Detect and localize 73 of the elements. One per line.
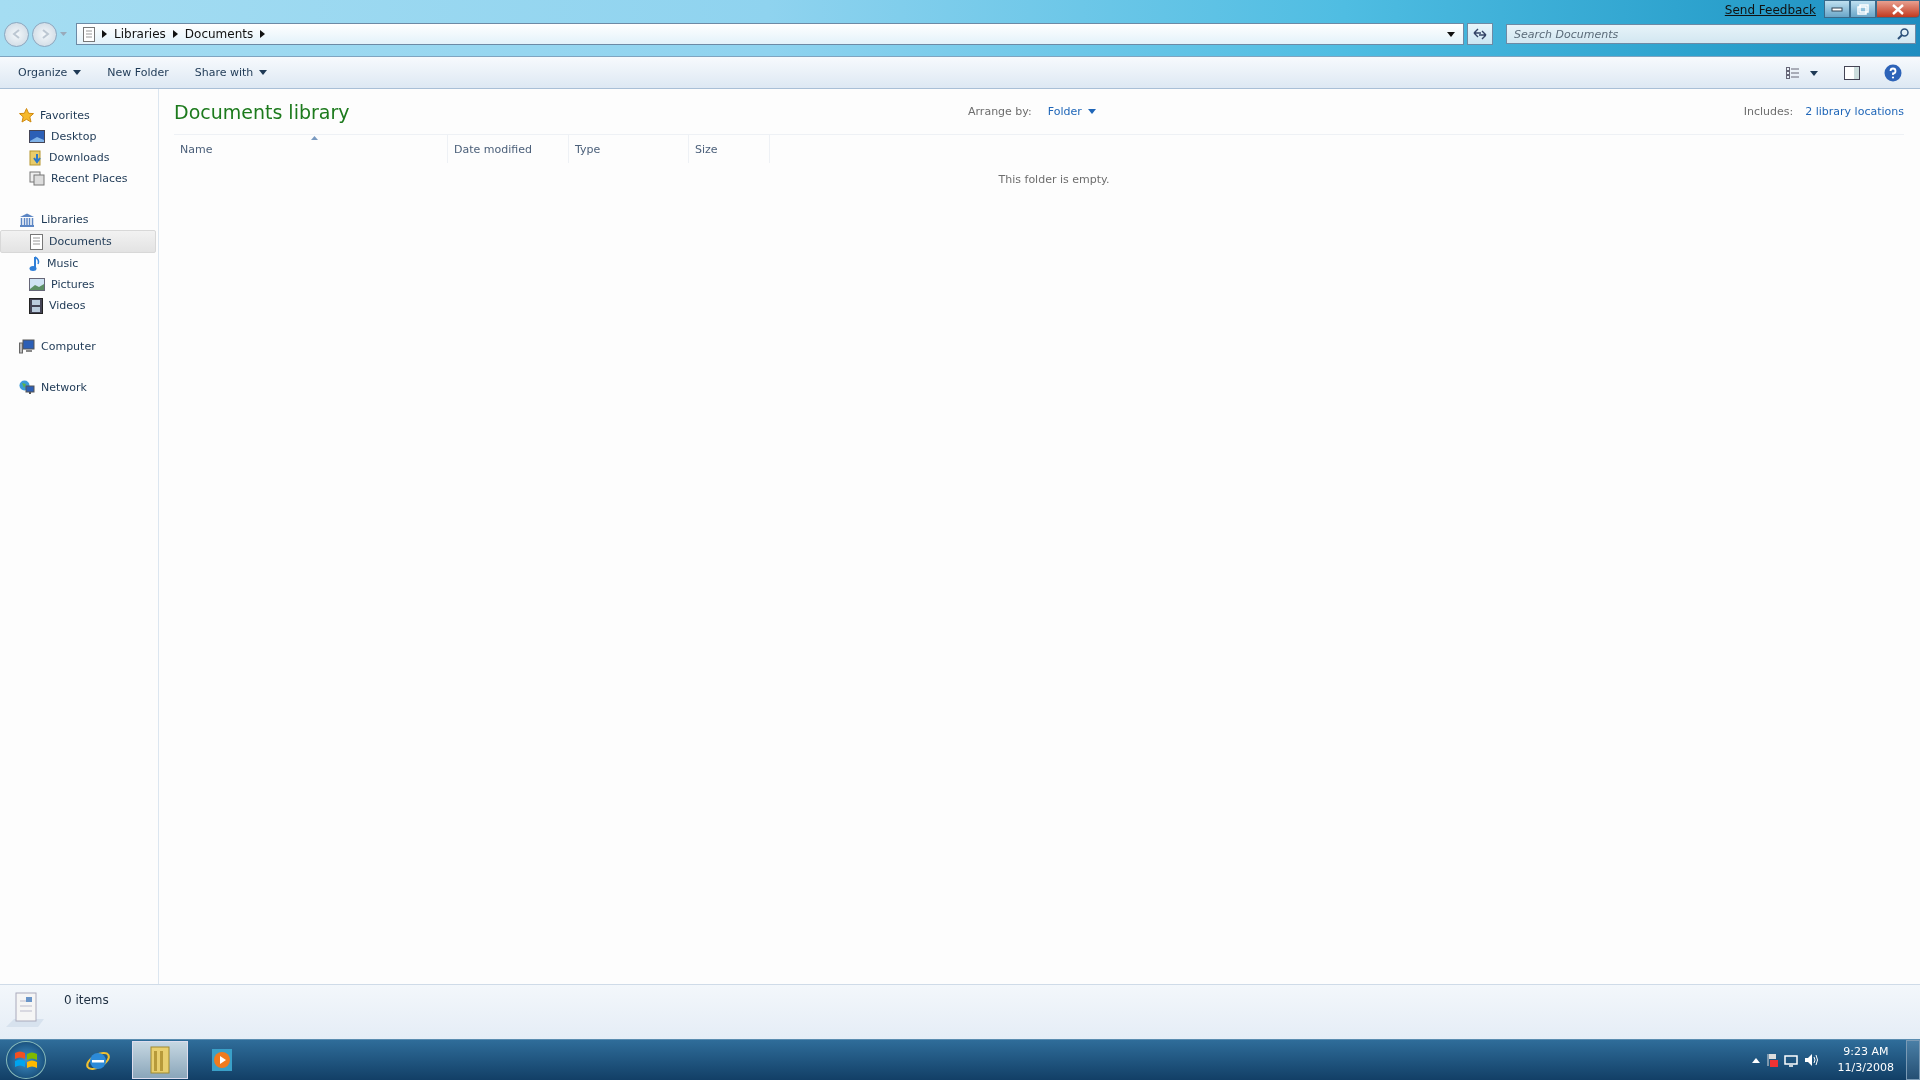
- picture-icon: [29, 278, 45, 291]
- computer-icon: [19, 339, 35, 354]
- send-feedback-link[interactable]: Send Feedback: [1724, 3, 1816, 17]
- chevron-icon: [102, 30, 107, 38]
- sidebar-item[interactable]: Libraries: [0, 209, 158, 230]
- toolbar-button[interactable]: New Folder: [97, 62, 179, 83]
- help-icon: [1884, 63, 1902, 82]
- sidebar-item[interactable]: Documents: [0, 230, 156, 253]
- library-title: Documents library: [174, 100, 350, 123]
- sidebar-item[interactable]: Pictures: [0, 274, 158, 295]
- restore-button[interactable]: [1850, 0, 1876, 18]
- sidebar-item[interactable]: Favorites: [0, 105, 158, 126]
- network-icon: [19, 380, 35, 395]
- caret-icon: [73, 70, 82, 75]
- folder-icon: [148, 1045, 172, 1075]
- sidebar-item[interactable]: Recent Places: [0, 168, 158, 189]
- restore-icon: [1857, 3, 1869, 15]
- search-field[interactable]: Search Documents: [1506, 24, 1916, 44]
- show-desktop-button[interactable]: [1906, 1040, 1920, 1080]
- empty-folder-message: This folder is empty.: [997, 173, 1111, 186]
- music-note-icon: [29, 255, 41, 272]
- star-icon: [19, 108, 34, 123]
- caret-icon: [259, 70, 268, 75]
- sidebar-item[interactable]: Desktop: [0, 126, 158, 147]
- column-header[interactable]: Name: [174, 135, 448, 163]
- sidebar-item[interactable]: Downloads: [0, 147, 158, 168]
- arrange-dropdown[interactable]: Folder: [1043, 105, 1100, 118]
- minimize-button[interactable]: [1824, 0, 1850, 18]
- document-icon: [83, 26, 95, 42]
- volume-icon[interactable]: [1803, 1053, 1820, 1067]
- breadcrumb[interactable]: Libraries: [114, 27, 166, 41]
- caret-icon: [1087, 109, 1096, 114]
- film-icon: [29, 297, 43, 314]
- details-view-icon: [1786, 66, 1820, 79]
- close-icon: [1892, 3, 1904, 15]
- toolbar-button[interactable]: Organize: [8, 62, 92, 83]
- desktop-icon: [29, 130, 45, 143]
- item-count: 0 items: [64, 993, 109, 1007]
- network-tray-icon[interactable]: [1783, 1053, 1798, 1067]
- column-header[interactable]: Type: [569, 135, 689, 163]
- sort-arrow-icon: [310, 136, 318, 140]
- refresh-button[interactable]: [1467, 23, 1493, 45]
- media-player-icon: [210, 1047, 234, 1073]
- pane-icon: [1844, 65, 1860, 80]
- column-header[interactable]: Size: [689, 135, 770, 163]
- clock-date[interactable]: 11/3/2008: [1837, 1060, 1894, 1076]
- chevron-icon: [260, 30, 266, 38]
- windows-logo: [14, 1049, 38, 1071]
- close-button[interactable]: [1876, 0, 1920, 18]
- start-button[interactable]: [6, 1041, 46, 1079]
- clock-time[interactable]: 9:23 AM: [1843, 1044, 1889, 1060]
- recent-places-icon: [29, 171, 45, 186]
- folder-icon: [29, 149, 43, 166]
- breadcrumb[interactable]: Documents: [184, 27, 254, 41]
- refresh-icon: [1473, 28, 1487, 40]
- includes-label: Includes:: [1743, 105, 1794, 118]
- column-header[interactable]: Date modified: [448, 135, 569, 163]
- address-bar[interactable]: Libraries Documents: [76, 23, 1464, 45]
- search-icon: [1897, 28, 1909, 40]
- arrange-label: Arrange by:: [968, 105, 1032, 118]
- sidebar-item[interactable]: Computer: [0, 336, 158, 357]
- chevron-icon: [172, 30, 178, 38]
- sidebar-item[interactable]: Videos: [0, 295, 158, 316]
- sidebar-item[interactable]: Music: [0, 253, 158, 274]
- flag-warning-icon[interactable]: [1765, 1053, 1778, 1067]
- sidebar-item[interactable]: Network: [0, 377, 158, 398]
- library-icon: [19, 212, 35, 227]
- toolbar-button[interactable]: Share with: [184, 62, 278, 83]
- document-icon: [30, 233, 43, 250]
- minimize-icon: [1831, 6, 1843, 12]
- tray-expand-icon[interactable]: [1751, 1057, 1760, 1063]
- dropdown-icon[interactable]: [1447, 31, 1455, 37]
- library-locations-link[interactable]: 2 library locations: [1805, 105, 1904, 118]
